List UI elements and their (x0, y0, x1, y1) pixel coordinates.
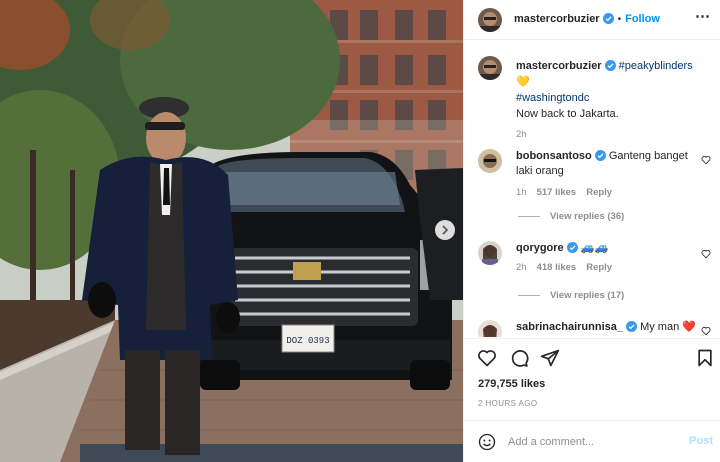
hashtag-link[interactable]: #peakyblinders (619, 60, 693, 72)
comment-input[interactable] (508, 433, 668, 451)
separator-dot: • (617, 14, 622, 25)
commenter-username[interactable]: qorygore (516, 242, 564, 254)
header-user: mastercorbuzier • Follow (514, 13, 660, 25)
comment-body: sabrinachairunnisa_ My man ❤️ (516, 320, 696, 335)
post-actions (464, 338, 720, 374)
caption-avatar[interactable] (478, 56, 502, 80)
comments-scroll[interactable]: mastercorbuzier #peakyblinders 💛 #washin… (464, 41, 720, 337)
comment-heart-icon[interactable] (701, 249, 711, 259)
comment-item: bobonsantoso Ganteng banget laki orang 1… (464, 149, 720, 239)
post-side-panel: mastercorbuzier • Follow ⋯ mastercorbuzier… (463, 0, 720, 462)
follow-button[interactable]: Follow (625, 13, 660, 25)
paper-plane-icon[interactable] (540, 348, 560, 368)
comment-body: bobonsantoso Ganteng banget laki orang 1… (516, 149, 696, 200)
comment-bubble-icon[interactable] (509, 348, 529, 368)
comment-text: 🚙🚙 (580, 242, 609, 254)
caption-emoji: 💛 (516, 76, 530, 88)
verified-badge-icon (566, 242, 578, 253)
comment-likes[interactable]: 517 likes (537, 187, 577, 198)
comment-item: sabrinachairunnisa_ My man ❤️ (464, 318, 720, 337)
license-plate-text: DOZ 0393 (286, 336, 329, 346)
heart-icon[interactable] (477, 348, 497, 368)
commenter-avatar[interactable] (478, 149, 502, 173)
comment-heart-icon[interactable] (701, 155, 711, 165)
comment-time[interactable]: 1h (516, 187, 527, 198)
bookmark-icon[interactable] (695, 348, 715, 368)
verified-badge-icon (602, 13, 614, 24)
replies-divider (518, 216, 540, 217)
commenter-username[interactable]: sabrinachairunnisa_ (516, 321, 623, 333)
reply-button[interactable]: Reply (586, 187, 612, 198)
author-avatar[interactable] (478, 8, 502, 32)
author-username[interactable]: mastercorbuzier (514, 13, 600, 25)
more-options-icon[interactable]: ⋯ (695, 9, 711, 24)
post-header: mastercorbuzier • Follow ⋯ (464, 0, 720, 40)
reply-button[interactable]: Reply (586, 262, 612, 273)
view-replies-button[interactable]: View replies (17) (518, 290, 624, 301)
caption-time[interactable]: 2h (516, 129, 527, 140)
post-comment-button[interactable]: Post (689, 435, 713, 447)
commenter-avatar[interactable] (478, 320, 502, 337)
smiley-icon[interactable] (478, 433, 496, 451)
replies-divider (518, 295, 540, 296)
verified-badge-icon (604, 60, 616, 71)
comment-heart-icon[interactable] (701, 326, 711, 336)
comment-meta: 2h 418 likes Reply (516, 260, 696, 275)
view-replies-label: View replies (36) (550, 211, 625, 222)
comment-time[interactable]: 2h (516, 262, 527, 273)
hashtag-link[interactable]: #washingtondc (516, 92, 589, 104)
commenter-username[interactable]: bobonsantoso (516, 150, 592, 162)
photo-scene: DOZ 0393 (0, 0, 463, 462)
comment-likes[interactable]: 418 likes (537, 262, 577, 273)
comment-text: My man ❤️ (640, 321, 696, 333)
caption-username[interactable]: mastercorbuzier (516, 60, 602, 72)
comment-item: qorygore 🚙🚙 2h 418 likes Reply View replie… (464, 241, 720, 311)
commenter-avatar[interactable] (478, 241, 502, 265)
next-photo-button[interactable] (435, 220, 455, 240)
verified-badge-icon (594, 150, 606, 161)
view-replies-button[interactable]: View replies (36) (518, 211, 624, 222)
caption-body: Now back to Jakarta. (516, 108, 619, 120)
comment-body: qorygore 🚙🚙 2h 418 likes Reply (516, 241, 696, 275)
view-replies-label: View replies (17) (550, 290, 625, 301)
post-timestamp[interactable]: 2 HOURS AGO (478, 399, 538, 408)
chevron-right-icon (442, 225, 449, 235)
verified-badge-icon (626, 321, 637, 332)
likes-count[interactable]: 279,755 likes (478, 378, 545, 390)
post-photo[interactable]: DOZ 0393 (0, 0, 463, 462)
comment-meta: 1h 517 likes Reply (516, 185, 696, 200)
caption-text: mastercorbuzier #peakyblinders 💛 #washin… (516, 58, 711, 143)
add-comment-bar: Post (464, 420, 720, 462)
